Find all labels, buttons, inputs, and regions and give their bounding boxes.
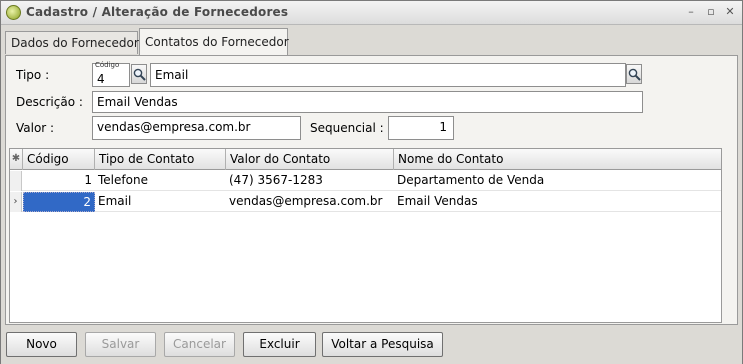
voltar-a-pesquisa-button[interactable]: Voltar a Pesquisa xyxy=(322,332,443,357)
cell-nome[interactable]: Departamento de Venda xyxy=(394,171,720,191)
descricao-label: Descrição : xyxy=(16,95,83,109)
button-bar: Novo Salvar Cancelar Excluir Voltar a Pe… xyxy=(1,326,742,364)
voltar-button-label: Voltar a Pesquisa xyxy=(331,337,434,351)
sequencial-field[interactable]: 1 xyxy=(388,116,454,140)
close-icon[interactable]: ✕ xyxy=(723,5,737,19)
grid-corner-icon: ✱ xyxy=(11,153,21,164)
salvar-button[interactable]: Salvar xyxy=(85,332,156,357)
tab-strip: Dados do Fornecedor Contatos do Forneced… xyxy=(5,28,740,56)
app-logo-icon xyxy=(6,5,21,20)
tipo-label: Tipo : xyxy=(16,68,50,82)
minimize-icon[interactable]: – xyxy=(684,5,698,19)
row-indicator: › xyxy=(10,192,22,212)
window-title: Cadastro / Alteração de Fornecedores xyxy=(26,5,289,19)
main-window: Cadastro / Alteração de Fornecedores – ▫… xyxy=(0,0,743,364)
column-header-codigo[interactable]: Código xyxy=(22,149,104,170)
table-row[interactable]: 1 Telefone (47) 3567-1283 Departamento d… xyxy=(10,171,721,191)
tipo-codigo-search-button[interactable] xyxy=(131,64,147,84)
contacts-grid[interactable]: ✱ Código Tipo de Contato Valor do Contat… xyxy=(9,148,722,323)
salvar-button-label: Salvar xyxy=(101,337,140,351)
cell-valor[interactable]: vendas@empresa.com.br xyxy=(226,192,392,212)
sequencial-value: 1 xyxy=(439,120,447,134)
descricao-field[interactable]: Email Vendas xyxy=(92,91,643,113)
cancelar-button[interactable]: Cancelar xyxy=(164,332,235,357)
tipo-codigo-value: 4 xyxy=(97,72,105,86)
title-bar[interactable]: Cadastro / Alteração de Fornecedores – ▫… xyxy=(1,1,742,25)
table-row[interactable]: › 2 Email vendas@empresa.com.br Email Ve… xyxy=(10,192,721,212)
cell-codigo[interactable]: 2 xyxy=(23,192,95,212)
tab-dados-do-fornecedor[interactable]: Dados do Fornecedor xyxy=(5,31,139,54)
novo-button[interactable]: Novo xyxy=(6,332,77,357)
descricao-value: Email Vendas xyxy=(97,95,178,109)
tipo-nome-value: Email xyxy=(155,68,189,82)
excluir-button-label: Excluir xyxy=(259,337,300,351)
codigo-caption: Código xyxy=(95,61,120,69)
grid-header: ✱ Código Tipo de Contato Valor do Contat… xyxy=(10,149,721,170)
column-header-nome-do-contato[interactable]: Nome do Contato xyxy=(393,149,721,170)
cancelar-button-label: Cancelar xyxy=(173,337,226,351)
sequencial-label: Sequencial : xyxy=(310,121,384,135)
cell-tipo[interactable]: Email xyxy=(95,192,225,212)
excluir-button[interactable]: Excluir xyxy=(243,332,316,357)
cell-valor[interactable]: (47) 3567-1283 xyxy=(226,171,392,191)
tab-contatos-do-fornecedor[interactable]: Contatos do Fornecedor xyxy=(139,28,289,55)
tipo-nome-field[interactable]: Email xyxy=(150,63,626,87)
tipo-nome-search-button[interactable] xyxy=(626,64,642,84)
maximize-icon[interactable]: ▫ xyxy=(704,5,718,19)
valor-value: vendas@empresa.com.br xyxy=(97,120,251,134)
row-indicator xyxy=(10,171,22,191)
column-header-tipo-de-contato[interactable]: Tipo de Contato xyxy=(94,149,228,170)
column-header-valor-do-contato[interactable]: Valor do Contato xyxy=(225,149,393,170)
valor-label: Valor : xyxy=(16,121,55,135)
cell-codigo[interactable]: 1 xyxy=(23,171,95,191)
search-icon xyxy=(133,68,146,81)
cell-tipo[interactable]: Telefone xyxy=(95,171,225,191)
novo-button-label: Novo xyxy=(26,337,57,351)
search-icon xyxy=(628,68,641,81)
cell-nome[interactable]: Email Vendas xyxy=(394,192,720,212)
valor-field[interactable]: vendas@empresa.com.br xyxy=(92,116,301,140)
